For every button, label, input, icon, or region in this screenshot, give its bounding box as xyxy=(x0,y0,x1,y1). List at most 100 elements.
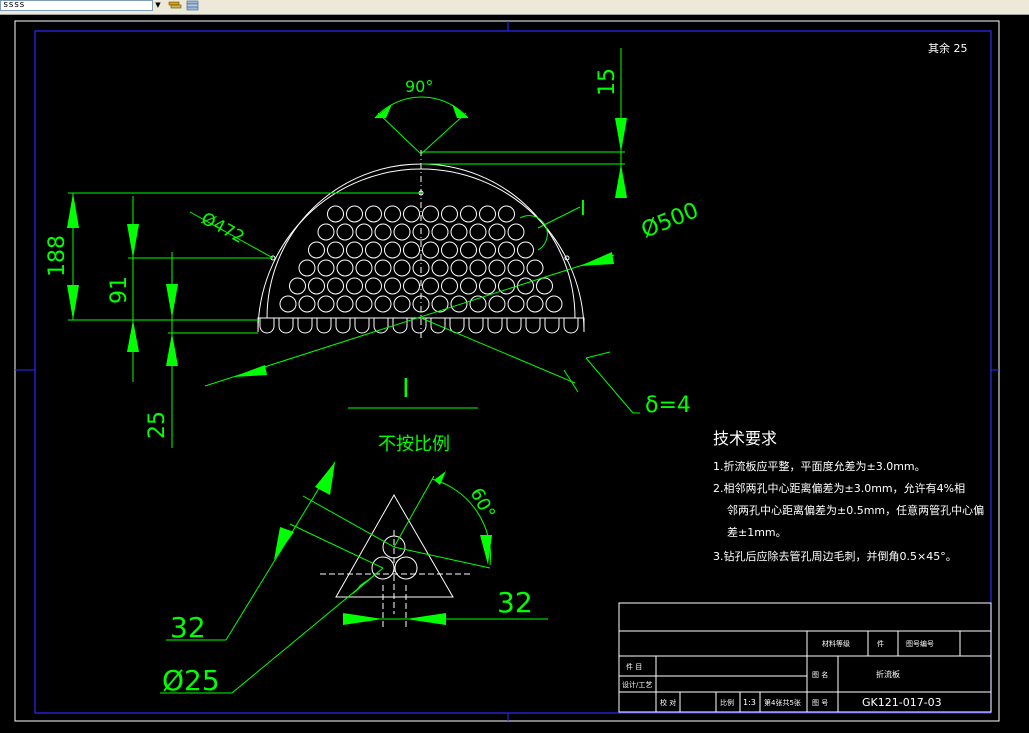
tube-hole xyxy=(327,241,344,259)
dimension-phi472: Ø472 xyxy=(189,209,274,259)
tube-hole xyxy=(374,259,392,277)
tb-drawing-no: GK121-017-03 xyxy=(862,696,942,709)
tb-check-label: 校 对 xyxy=(660,698,676,707)
half-hole xyxy=(297,318,313,334)
tube-hole xyxy=(336,259,354,277)
tube-hole xyxy=(498,241,515,259)
tube-hole xyxy=(308,277,325,295)
tube-hole xyxy=(488,259,506,277)
tube-hole xyxy=(393,295,411,313)
tube-hole xyxy=(298,259,316,277)
tube-hole xyxy=(526,259,544,277)
tube-hole xyxy=(327,205,344,223)
tube-hole xyxy=(422,205,439,223)
tube-hole xyxy=(393,259,411,277)
tube-hole xyxy=(460,277,477,295)
dim-25-text: 25 xyxy=(145,411,170,439)
half-hole xyxy=(335,318,351,334)
dimension-91: 91 xyxy=(107,196,273,382)
tube-hole xyxy=(384,241,401,259)
chevron-down-icon[interactable]: ▼ xyxy=(152,0,163,11)
angle-90-text: 90° xyxy=(405,77,433,96)
roughness-note: 其余 25 xyxy=(928,41,968,55)
tube-hole xyxy=(346,241,363,259)
tube-hole xyxy=(355,259,373,277)
tube-hole xyxy=(355,223,373,241)
tube-hole xyxy=(460,241,477,259)
tube-hole xyxy=(517,277,534,295)
tube-hole xyxy=(431,259,449,277)
tb-drawing-no-label: 图 号 xyxy=(812,699,828,707)
layer-dropdown-value: ssss xyxy=(3,0,25,10)
tube-hole xyxy=(422,241,439,259)
tube-hole xyxy=(441,205,458,223)
half-hole xyxy=(506,318,522,334)
tube-hole xyxy=(479,277,496,295)
toolbar: ssss ▼ xyxy=(0,0,1029,15)
dim-15-text: 15 xyxy=(595,68,620,96)
tech-line-1: 1.折流板应平整，平面度允差为±3.0mm。 xyxy=(713,459,926,473)
tube-hole xyxy=(479,205,496,223)
tube-hole xyxy=(488,295,506,313)
tb-design-label: 设计/工艺 xyxy=(622,680,652,689)
tube-hole xyxy=(336,295,354,313)
tube-hole xyxy=(498,205,515,223)
tube-hole xyxy=(545,295,563,313)
tb-material-label: 材料等级 xyxy=(822,639,850,648)
tube-hole xyxy=(289,277,306,295)
tech-heading: 技术要求 xyxy=(713,429,777,448)
half-hole xyxy=(487,318,503,334)
tube-hole xyxy=(450,259,468,277)
dim-delta-text: δ=4 xyxy=(645,393,691,418)
dim-60-text: 60° xyxy=(466,484,500,522)
baffle-plate-view xyxy=(257,150,585,340)
half-hole xyxy=(468,318,484,334)
tube-hole xyxy=(365,241,382,259)
tb-sheet: 第4张共5张 xyxy=(764,698,801,707)
tech-line-4: 差±1mm。 xyxy=(727,525,787,539)
tb-part-no-label: 图号编号 xyxy=(906,639,934,648)
tube-hole xyxy=(317,259,335,277)
tb-unit: 件 xyxy=(877,639,884,648)
tb-item-label: 件 目 xyxy=(626,662,642,671)
tube-hole xyxy=(279,295,297,313)
tube-hole xyxy=(308,241,325,259)
tube-hole xyxy=(336,223,354,241)
tube-hole xyxy=(403,205,420,223)
tube-hole xyxy=(469,223,487,241)
dimension-15: 15 xyxy=(421,48,627,198)
detail-scale-note: 不按比例 xyxy=(378,434,450,455)
tech-line-2: 2.相邻两孔中心距离偏差为±3.0mm，允许有4%相 xyxy=(713,481,965,495)
tube-hole xyxy=(374,223,392,241)
half-hole xyxy=(316,318,332,334)
cad-drawing-canvas[interactable]: 其余 25 90° 15 188 91 25 Ø472 Ø500 I δ=4 I… xyxy=(0,15,1029,733)
tube-hole xyxy=(469,259,487,277)
tube-hole xyxy=(403,241,420,259)
tube-hole xyxy=(479,241,496,259)
tube-hole xyxy=(317,223,335,241)
tube-hole xyxy=(403,277,420,295)
tube-hole xyxy=(526,295,544,313)
dimension-25: 25 xyxy=(145,252,258,448)
dimension-188: 188 xyxy=(45,192,421,321)
detail-triangle-view xyxy=(320,493,470,630)
half-hole xyxy=(411,318,427,334)
tube-hole xyxy=(441,241,458,259)
layer-previous-icon[interactable] xyxy=(186,0,200,11)
tube-hole xyxy=(346,277,363,295)
title-block: 材料等级 件 图号编号 件 目 设计/工艺 图 名 折流板 校 对 比例 1:3… xyxy=(618,602,992,713)
dim-91-text: 91 xyxy=(107,276,132,304)
half-hole xyxy=(278,318,294,334)
tube-hole xyxy=(317,295,335,313)
dim-188-text: 188 xyxy=(45,235,70,277)
tube-hole xyxy=(507,259,525,277)
tube-hole xyxy=(374,295,392,313)
layer-dropdown[interactable]: ssss xyxy=(0,0,162,11)
tb-scale-label: 比例 xyxy=(720,698,734,707)
tech-line-5: 3.钻孔后应除去管孔周边毛刺，并倒角0.5×45°。 xyxy=(713,549,957,563)
half-hole xyxy=(259,318,275,334)
layer-states-icon[interactable] xyxy=(168,0,182,11)
half-hole xyxy=(563,318,579,334)
tech-line-3: 邻两孔中心距离偏差为±0.5mm，任意两管孔中心偏 xyxy=(727,503,984,517)
half-hole xyxy=(525,318,541,334)
